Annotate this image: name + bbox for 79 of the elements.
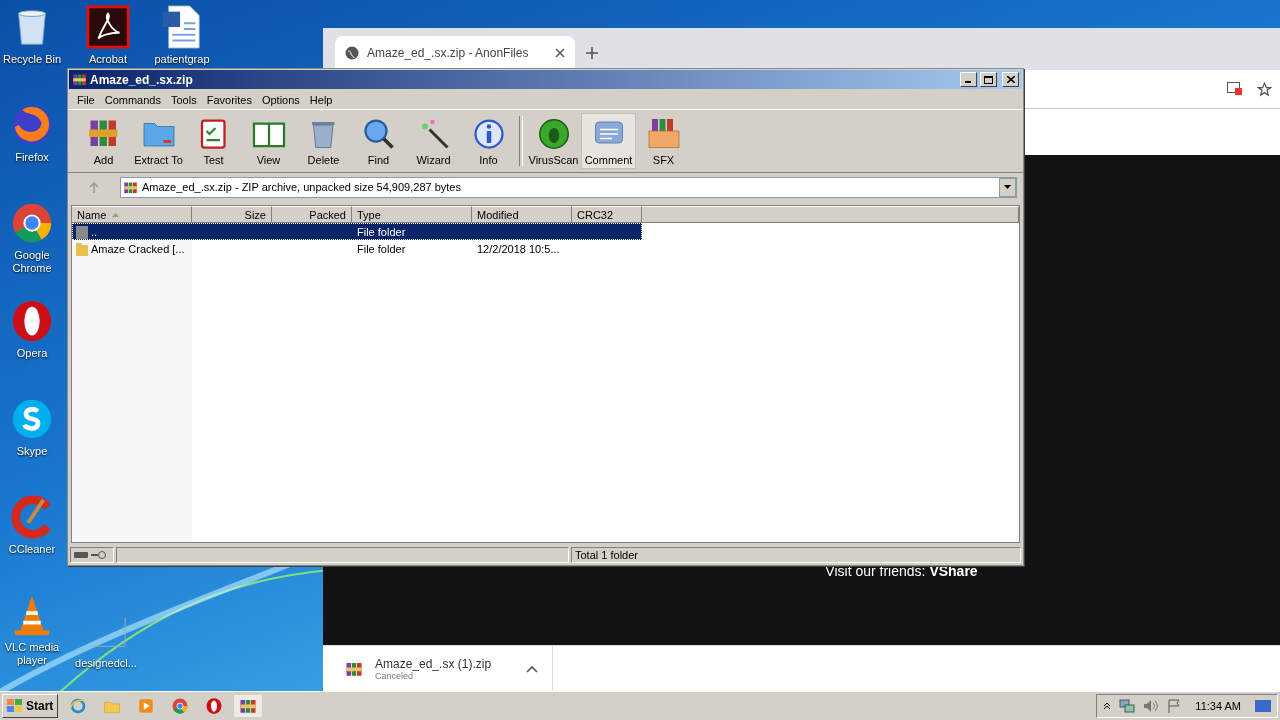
toolbar-button[interactable]: Delete bbox=[296, 113, 351, 169]
close-icon[interactable] bbox=[555, 48, 565, 58]
desktop-icon-label[interactable]: Opera bbox=[16, 347, 48, 360]
file-name: Amaze Cracked [... bbox=[91, 242, 185, 255]
column-header[interactable]: Type bbox=[352, 206, 472, 223]
close-icon bbox=[1006, 76, 1015, 83]
desktop-icon-label[interactable]: Skype bbox=[16, 445, 48, 458]
dropdown-button[interactable] bbox=[999, 177, 1016, 197]
file-row[interactable]: Amaze Cracked [... File folder 12/2/2018 10:5... bbox=[72, 240, 642, 257]
key-icon bbox=[91, 551, 107, 559]
popup-blocked-icon[interactable] bbox=[1227, 82, 1243, 96]
media-player-icon bbox=[137, 697, 156, 715]
column-header[interactable]: Size bbox=[192, 206, 272, 223]
chrome-icon bbox=[171, 697, 190, 715]
start-button[interactable]: Start bbox=[2, 694, 59, 718]
up-arrow-icon bbox=[89, 181, 99, 193]
toolbar-button[interactable]: Test bbox=[186, 113, 241, 169]
new-tab-icon[interactable] bbox=[585, 46, 599, 60]
desktop-icon-label[interactable]: VLC media player bbox=[0, 641, 64, 667]
parent-folder-icon bbox=[76, 224, 88, 239]
drive-icon bbox=[74, 552, 88, 558]
menu-item[interactable]: Help bbox=[304, 93, 338, 106]
taskbar-app[interactable] bbox=[234, 695, 263, 717]
pdf-app-icon bbox=[85, 4, 131, 50]
status-text: Total 1 folder bbox=[575, 549, 638, 561]
column-header[interactable]: Modified bbox=[472, 206, 572, 223]
winrar-icon bbox=[345, 660, 363, 678]
toolbar-button[interactable]: Comment bbox=[581, 113, 636, 169]
download-file-name: Amaze_ed_.sx (1).zip bbox=[375, 657, 493, 671]
opera-icon bbox=[205, 697, 224, 715]
internet-explorer-icon bbox=[69, 697, 88, 715]
flag-icon[interactable] bbox=[1167, 699, 1182, 713]
clock[interactable]: 11:34 AM bbox=[1195, 700, 1241, 712]
download-status: Canceled bbox=[375, 671, 415, 681]
file-row[interactable]: .. File folder bbox=[72, 223, 642, 240]
speaker-icon[interactable] bbox=[1143, 699, 1160, 713]
column-header[interactable]: Name bbox=[72, 206, 192, 223]
caret-icon[interactable] bbox=[526, 665, 538, 673]
toolbar-button[interactable]: SFX bbox=[636, 113, 691, 169]
toolbar-button[interactable]: Add bbox=[76, 113, 131, 169]
star-icon[interactable] bbox=[1257, 81, 1272, 97]
caret-icon bbox=[1004, 185, 1011, 189]
menu-item[interactable]: Commands bbox=[99, 93, 166, 106]
close-button[interactable] bbox=[1002, 72, 1019, 87]
toolbar-button[interactable]: Info bbox=[461, 113, 516, 169]
menu-item[interactable]: File bbox=[72, 93, 100, 106]
maximize-button[interactable] bbox=[980, 72, 997, 87]
toolbar-button[interactable]: VirusScan bbox=[526, 113, 581, 169]
desktop-icon-label[interactable]: Google Chrome bbox=[0, 249, 64, 275]
window-title: Amaze_ed_.sx.zip bbox=[90, 72, 194, 87]
chevron-up-icon[interactable] bbox=[1103, 702, 1112, 710]
menu-item[interactable]: Tools bbox=[166, 93, 202, 106]
toolbar-button[interactable]: Find bbox=[351, 113, 406, 169]
menu-item[interactable]: Options bbox=[256, 93, 305, 106]
winrar-icon bbox=[72, 72, 87, 87]
toolbar-button[interactable]: Wizard bbox=[406, 113, 461, 169]
modified-date: 12/2/2018 10:5... bbox=[476, 242, 561, 255]
file-name: .. bbox=[91, 225, 98, 238]
maximize-icon bbox=[984, 75, 993, 84]
desktop-icon-label[interactable]: CCleaner bbox=[8, 543, 56, 556]
windows-logo-icon bbox=[7, 699, 23, 713]
column-header[interactable]: CRC32 bbox=[572, 206, 642, 223]
globe-icon bbox=[345, 46, 359, 60]
path-field[interactable]: Amaze_ed_.sx.zip - ZIP archive, unpacked size 54,909,287 bytes bbox=[120, 176, 1017, 198]
toolbar-button[interactable]: Extract To bbox=[131, 113, 186, 169]
desktop-icon-label[interactable]: Acrobat bbox=[89, 53, 127, 66]
file-type: File folder bbox=[356, 225, 407, 238]
desktop-icon-label[interactable]: Recycle Bin bbox=[2, 53, 62, 66]
toolbar-button[interactable]: View bbox=[241, 113, 296, 169]
browser-tab[interactable]: Amaze_ed_.sx.zip - AnonFiles bbox=[335, 36, 575, 70]
column-header[interactable]: Packed bbox=[272, 206, 352, 223]
folder-icon bbox=[76, 241, 88, 256]
menu-item[interactable]: Favorites bbox=[201, 93, 257, 106]
file-type: File folder bbox=[356, 242, 407, 255]
desktop-icon-label[interactable]: patientgrap bbox=[154, 53, 210, 66]
minimize-button[interactable] bbox=[960, 72, 977, 87]
desktop-icon-label[interactable]: Firefox bbox=[15, 151, 49, 164]
network-icon[interactable] bbox=[1119, 699, 1136, 713]
winrar-icon bbox=[239, 697, 258, 715]
